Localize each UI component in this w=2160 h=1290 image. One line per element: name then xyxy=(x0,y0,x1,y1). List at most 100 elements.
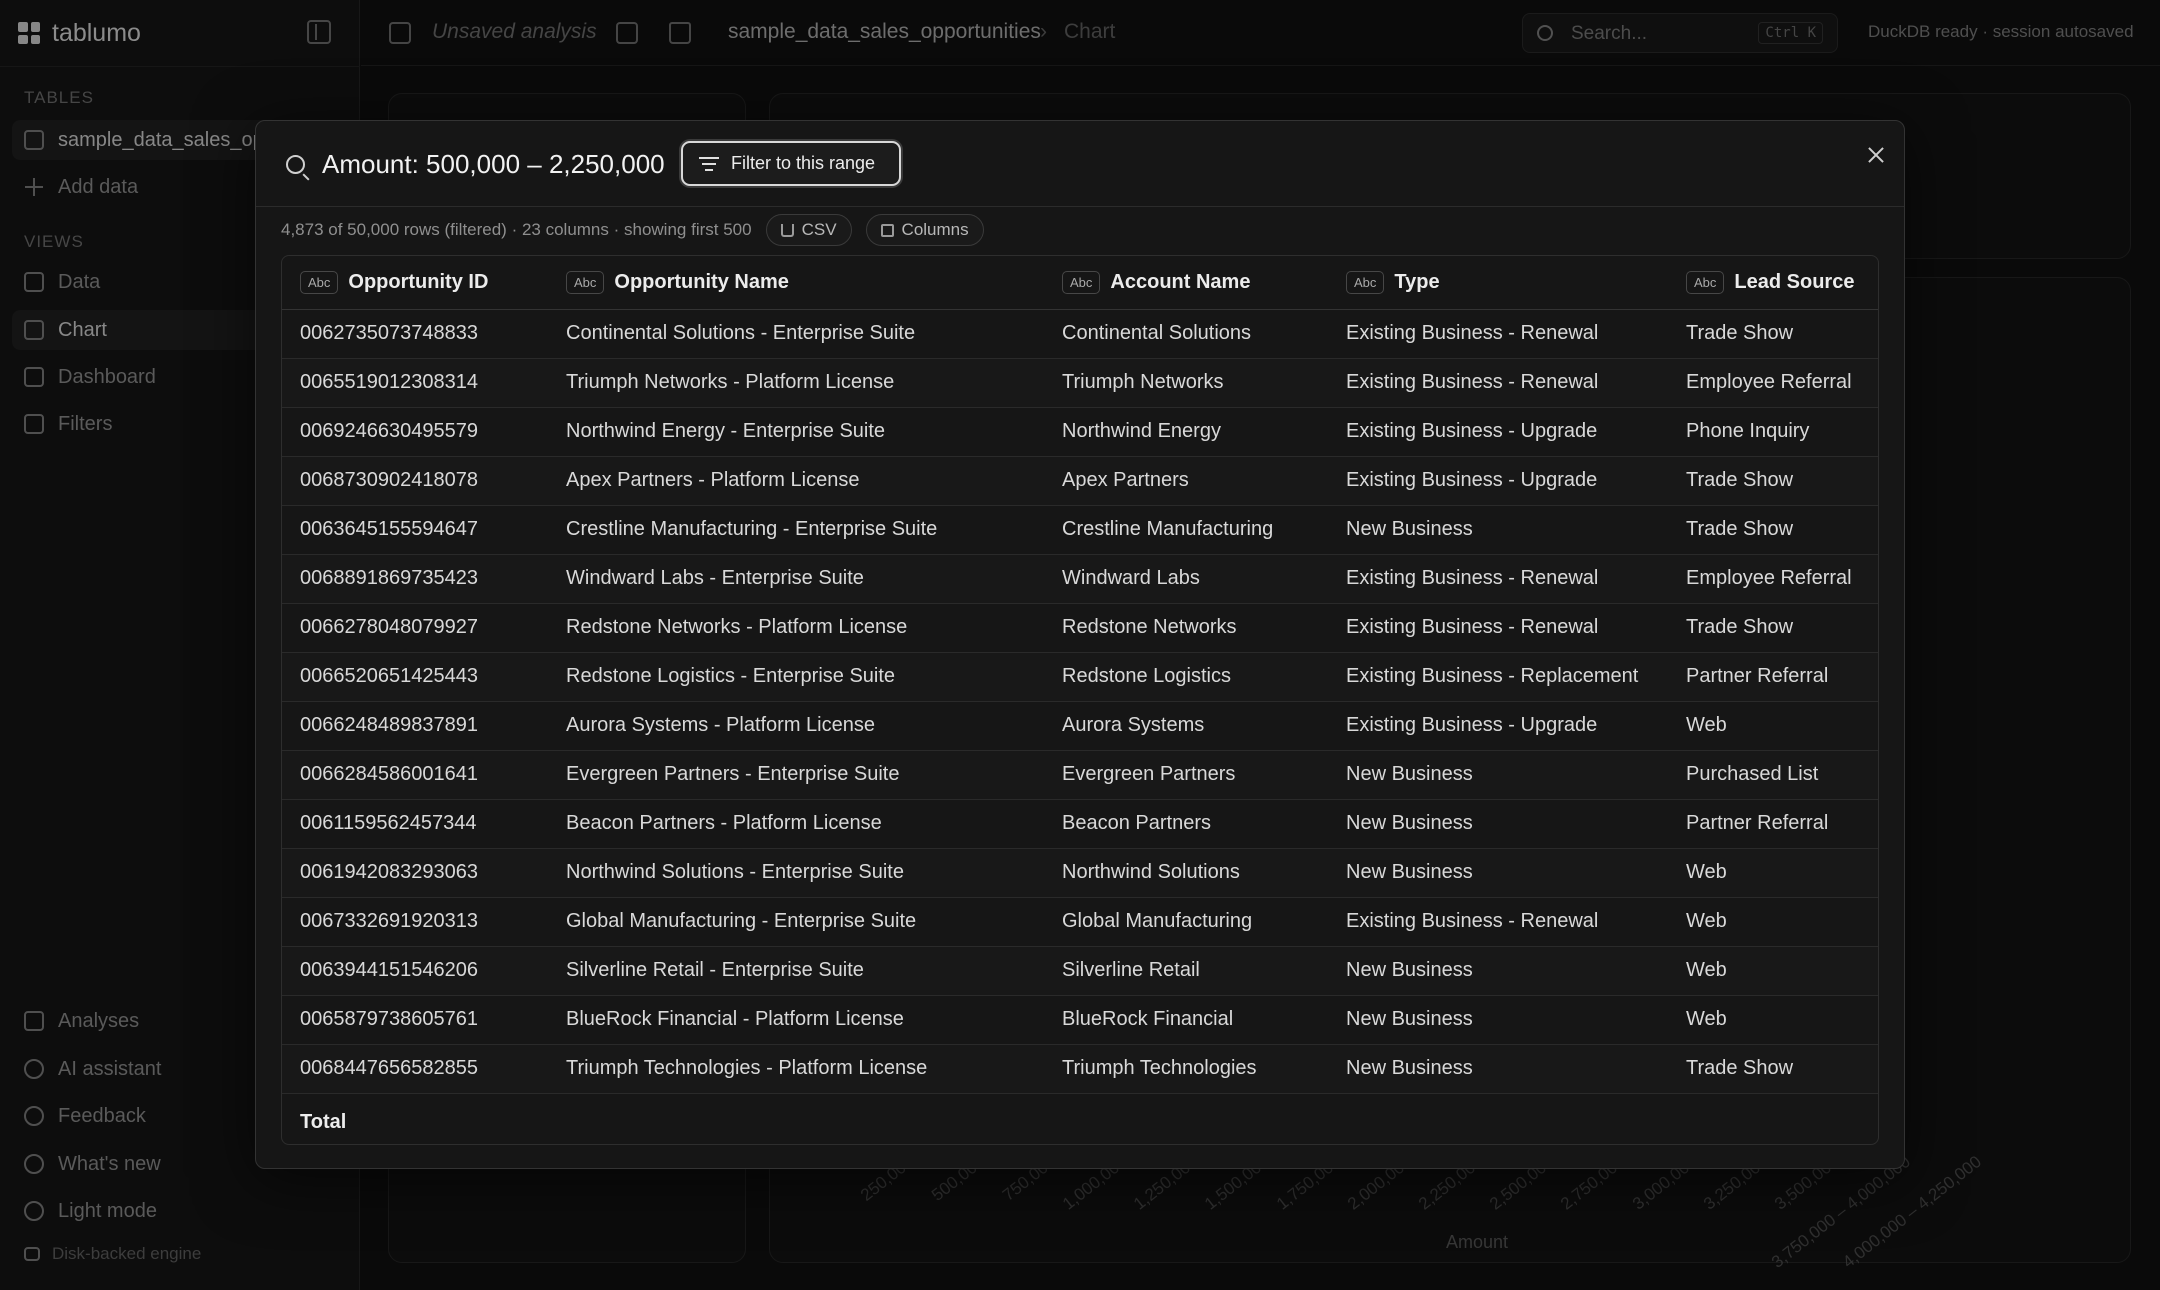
table-cell: Apex Partners - Platform License xyxy=(548,456,1044,506)
row-count-summary: 4,873 of 50,000 rows (filtered) · 23 col… xyxy=(281,220,752,239)
range-detail-modal: Amount: 500,000 – 2,250,000 Filter to th… xyxy=(255,120,1905,1169)
filter-to-range-button[interactable]: Filter to this range xyxy=(681,141,901,186)
close-icon[interactable] xyxy=(1864,143,1888,167)
table-row[interactable]: 0068891869735423 Windward Labs - Enterpri… xyxy=(282,554,1878,604)
table-cell: New Business xyxy=(1328,505,1668,555)
table-cell: New Business xyxy=(1328,995,1668,1045)
table-row[interactable]: 0063645155594647 Crestline Manufacturing … xyxy=(282,505,1878,555)
table-cell: Existing Business - Renewal xyxy=(1328,897,1668,947)
column-header-label: Opportunity Name xyxy=(614,270,789,293)
table-cell: 0062735073748833 xyxy=(282,309,548,359)
columns-label: Columns xyxy=(901,220,969,239)
table-cell: 0063944151546206 xyxy=(282,946,548,996)
table-cell: Trade Show xyxy=(1668,309,1878,359)
table-cell: Windward Labs - Enterprise Suite xyxy=(548,554,1044,604)
table-cell: Web xyxy=(1668,701,1878,751)
table-cell: 0061159562457344 xyxy=(282,799,548,849)
table-cell: 0066248489837891 xyxy=(282,701,548,751)
table-row[interactable]: 0068730902418078 Apex Partners - Platform… xyxy=(282,456,1878,506)
text-type-badge: Abc xyxy=(566,270,605,294)
table-row[interactable]: 0065879738605761 BlueRock Financial - Pla… xyxy=(282,995,1878,1045)
text-type-badge: Abc xyxy=(1062,270,1101,294)
table-cell: 0067332691920313 xyxy=(282,897,548,947)
table-cell: Trade Show xyxy=(1668,1044,1878,1094)
filter-to-range-label: Filter to this range xyxy=(731,153,876,173)
table-cell: Partner Referral xyxy=(1668,652,1878,702)
table-cell: Employee Referral xyxy=(1668,554,1878,604)
table-row[interactable]: 0061159562457344 Beacon Partners - Platfo… xyxy=(282,799,1878,849)
text-type-badge: Abc xyxy=(1346,270,1385,294)
table-cell: Triumph Technologies - Platform License xyxy=(548,1044,1044,1094)
table-header-row: Abc Opportunity ID Abc Opportunity Name Abc A… xyxy=(282,256,1878,310)
table-row[interactable]: 0066520651425443 Redstone Logistics - Ent… xyxy=(282,652,1878,702)
column-header[interactable]: Abc Opportunity ID xyxy=(282,256,548,310)
table-row[interactable]: 0062735073748833 Continental Solutions - … xyxy=(282,309,1878,359)
table-row[interactable]: 0069246630495579 Northwind Energy - Enter… xyxy=(282,407,1878,457)
table-cell: Triumph Networks xyxy=(1044,358,1328,408)
table-cell: Crestline Manufacturing xyxy=(1044,505,1328,555)
table-cell: Beacon Partners - Platform License xyxy=(548,799,1044,849)
download-icon xyxy=(780,223,794,237)
table-cell: Northwind Energy - Enterprise Suite xyxy=(548,407,1044,457)
table-cell: Existing Business - Replacement xyxy=(1328,652,1668,702)
columns-button[interactable]: Columns xyxy=(865,214,984,246)
table-cell: Existing Business - Upgrade xyxy=(1328,456,1668,506)
table-body: 0062735073748833 Continental Solutions - … xyxy=(282,309,1878,1094)
table-cell: Trade Show xyxy=(1668,456,1878,506)
csv-export-button[interactable]: CSV xyxy=(765,214,852,246)
table-cell: 0066284586001641 xyxy=(282,750,548,800)
filter-icon xyxy=(699,156,719,171)
table-cell: Global Manufacturing - Enterprise Suite xyxy=(548,897,1044,947)
table-cell: 0066278048079927 xyxy=(282,603,548,653)
table-cell: Triumph Networks - Platform License xyxy=(548,358,1044,408)
table-cell: New Business xyxy=(1328,750,1668,800)
table-cell: Redstone Logistics xyxy=(1044,652,1328,702)
table-cell: Existing Business - Renewal xyxy=(1328,554,1668,604)
columns-icon xyxy=(880,223,894,237)
table-row[interactable]: 0061942083293063 Northwind Solutions - En… xyxy=(282,848,1878,898)
table-cell: Windward Labs xyxy=(1044,554,1328,604)
table-cell: Partner Referral xyxy=(1668,799,1878,849)
table-cell: Northwind Energy xyxy=(1044,407,1328,457)
table-cell: Existing Business - Renewal xyxy=(1328,309,1668,359)
column-header[interactable]: Abc Account Name xyxy=(1044,256,1328,310)
search-icon xyxy=(286,155,305,174)
table-cell: New Business xyxy=(1328,848,1668,898)
table-cell: Web xyxy=(1668,897,1878,947)
table-cell: Web xyxy=(1668,946,1878,996)
column-header[interactable]: Abc Opportunity Name xyxy=(548,256,1044,310)
column-header[interactable]: Abc Type xyxy=(1328,256,1668,310)
table-row[interactable]: 0066284586001641 Evergreen Partners - Ent… xyxy=(282,750,1878,800)
table-cell: Existing Business - Renewal xyxy=(1328,603,1668,653)
column-header[interactable]: Abc Lead Source xyxy=(1668,256,1878,310)
table-row[interactable]: 0065519012308314 Triumph Networks - Platf… xyxy=(282,358,1878,408)
table-cell: 0063645155594647 xyxy=(282,505,548,555)
table-row[interactable]: 0068447656582855 Triumph Technologies - P… xyxy=(282,1044,1878,1094)
table-cell: 0068891869735423 xyxy=(282,554,548,604)
table-cell: Continental Solutions - Enterprise Suite xyxy=(548,309,1044,359)
table-cell: Phone Inquiry xyxy=(1668,407,1878,457)
total-row-label: Total xyxy=(300,1111,347,1133)
table-cell: Crestline Manufacturing - Enterprise Sui… xyxy=(548,505,1044,555)
table-row[interactable]: 0067332691920313 Global Manufacturing - E… xyxy=(282,897,1878,947)
table-cell: Existing Business - Upgrade xyxy=(1328,701,1668,751)
table-cell: Redstone Networks - Platform License xyxy=(548,603,1044,653)
table-row[interactable]: 0066278048079927 Redstone Networks - Plat… xyxy=(282,603,1878,653)
table-cell: 0066520651425443 xyxy=(282,652,548,702)
table-cell: Trade Show xyxy=(1668,603,1878,653)
table-cell: Continental Solutions xyxy=(1044,309,1328,359)
table-cell: Purchased List xyxy=(1668,750,1878,800)
table-cell: Web xyxy=(1668,995,1878,1045)
table-row[interactable]: 0063944151546206 Silverline Retail - Ente… xyxy=(282,946,1878,996)
text-type-badge: Abc xyxy=(1686,270,1725,294)
column-header-label: Lead Source xyxy=(1734,270,1855,293)
table-cell: BlueRock Financial xyxy=(1044,995,1328,1045)
table-cell: 0061942083293063 xyxy=(282,848,548,898)
table-cell: Silverline Retail xyxy=(1044,946,1328,996)
table-cell: Evergreen Partners xyxy=(1044,750,1328,800)
table-row[interactable]: 0066248489837891 Aurora Systems - Platfor… xyxy=(282,701,1878,751)
table-cell: Web xyxy=(1668,848,1878,898)
table-cell: Apex Partners xyxy=(1044,456,1328,506)
column-header-label: Type xyxy=(1394,270,1440,293)
table-cell: 0068730902418078 xyxy=(282,456,548,506)
